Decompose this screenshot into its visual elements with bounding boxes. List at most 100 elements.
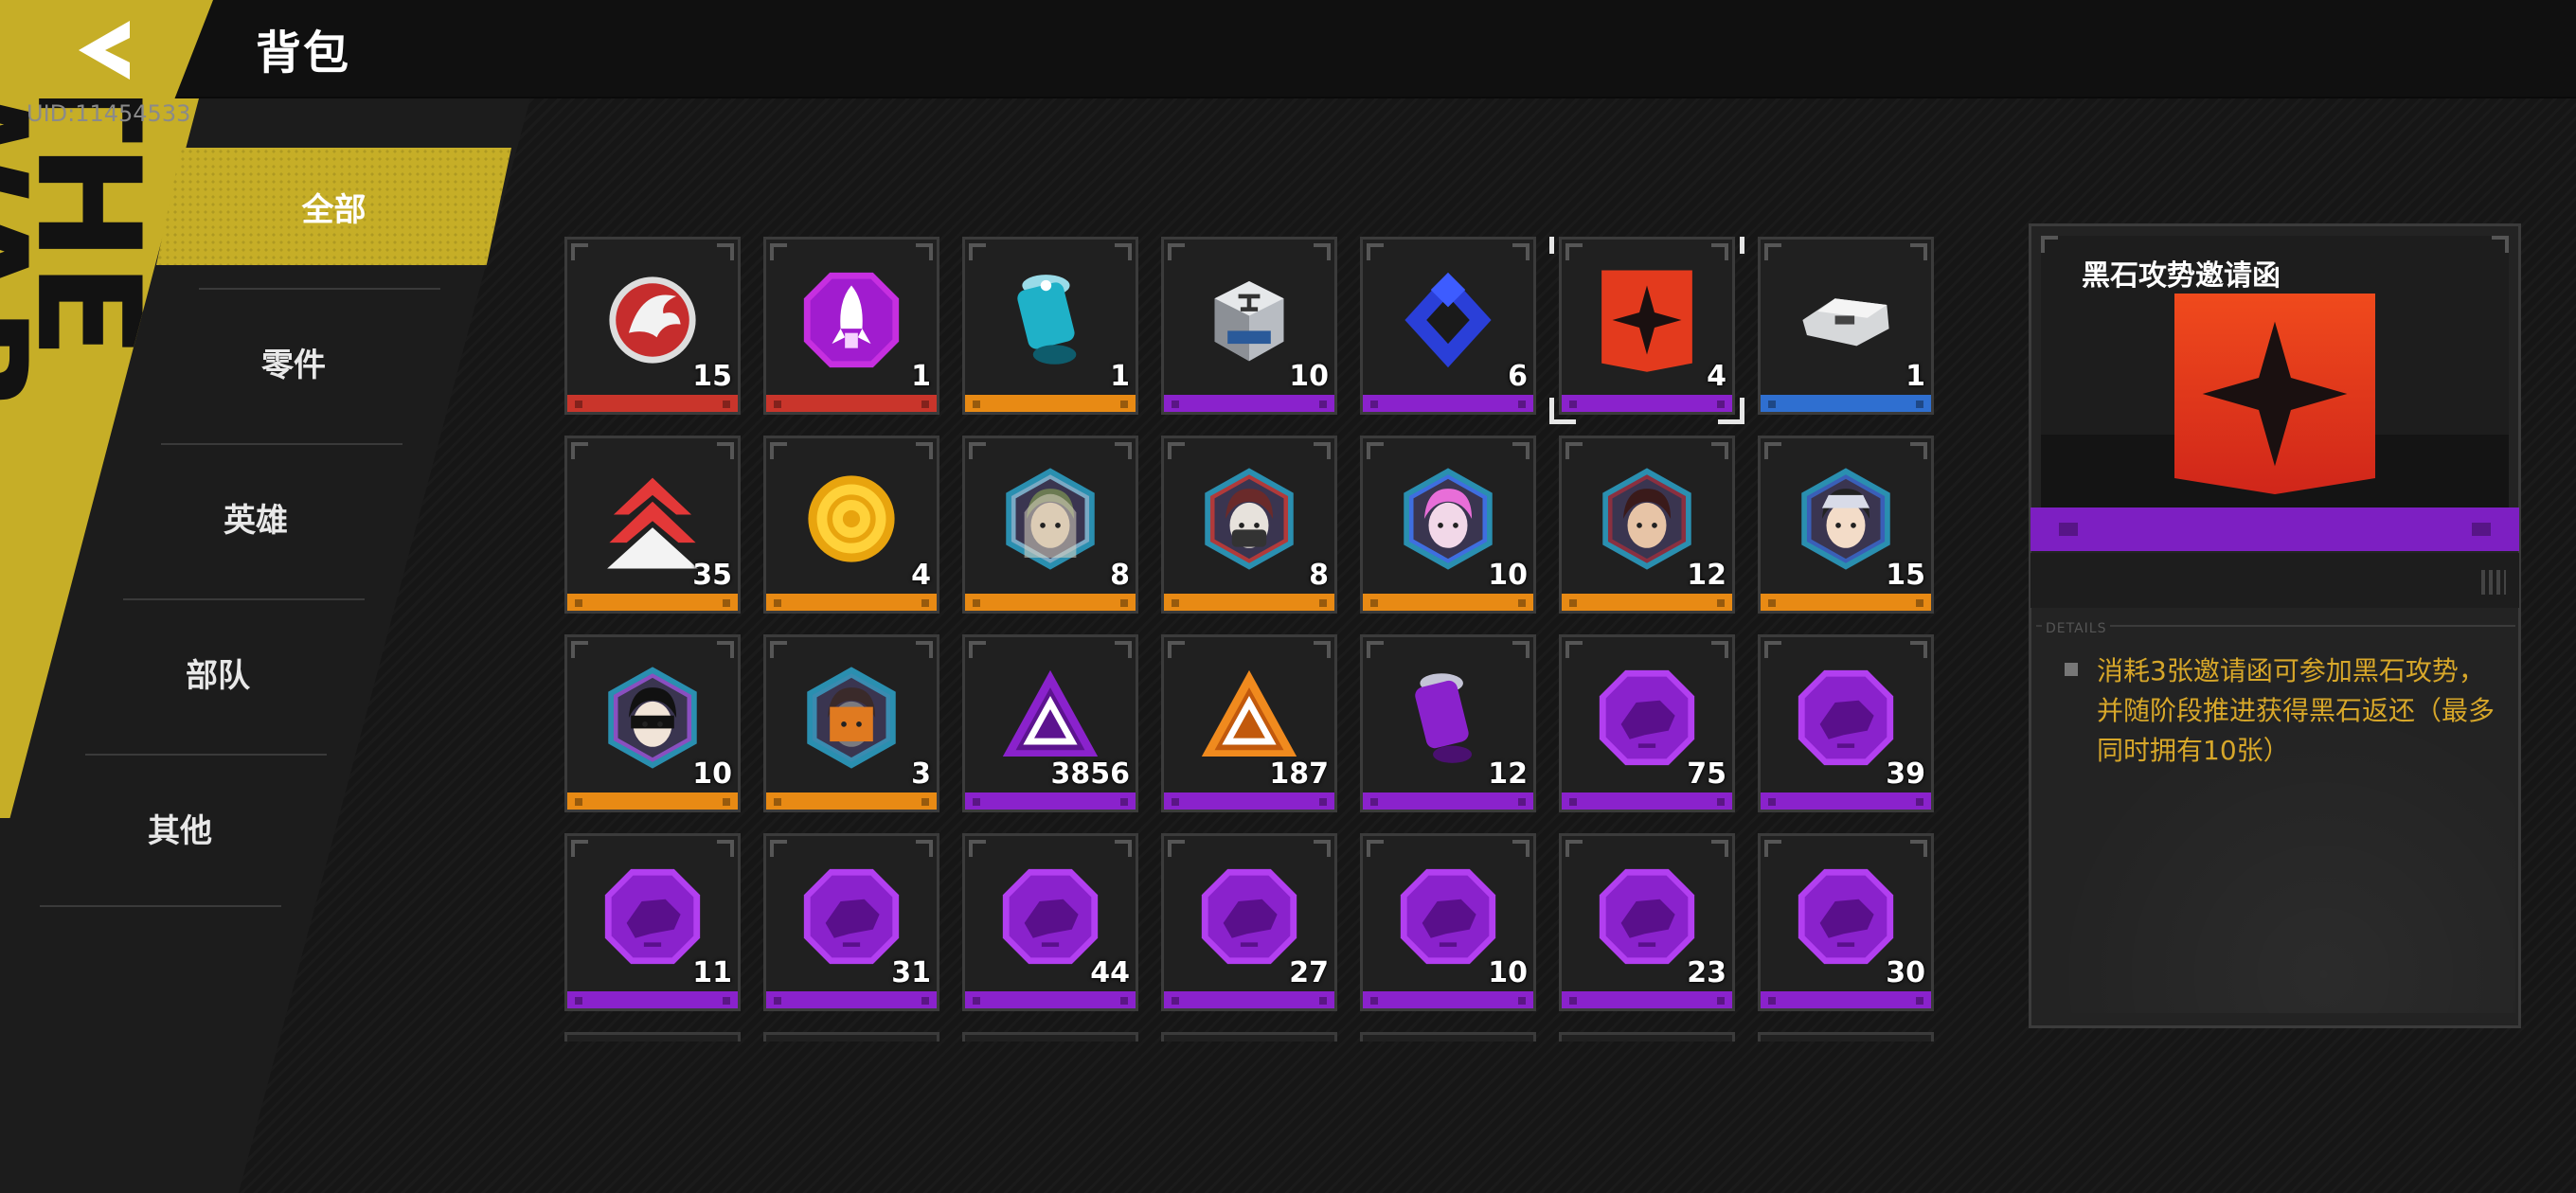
item-count: 15 bbox=[692, 360, 732, 393]
item-slot[interactable]: 15 bbox=[1758, 436, 1934, 614]
item-count: 3 bbox=[911, 757, 931, 791]
item-slot[interactable] bbox=[1360, 1032, 1536, 1042]
item-slot[interactable] bbox=[763, 1032, 939, 1042]
item-grid: 15 1 1 10 6 4 1 35 4 8 8 10 12 15 10 3 3856 187 12 75 39 11 31… bbox=[564, 237, 1938, 1042]
purple-rocket-badge-icon bbox=[797, 266, 905, 374]
item-slot[interactable]: 23 bbox=[1559, 833, 1735, 1011]
rarity-bar bbox=[567, 395, 738, 412]
item-count: 10 bbox=[692, 757, 732, 791]
red-phoenix-emblem-icon bbox=[599, 266, 707, 374]
item-slot[interactable]: 39 bbox=[1758, 634, 1934, 812]
user-id-label: UID:11454533 bbox=[27, 100, 191, 127]
item-slot[interactable]: 11 bbox=[564, 833, 741, 1011]
category-label: 英雄 bbox=[224, 501, 288, 540]
item-count: 15 bbox=[1886, 559, 1925, 592]
hero-portrait-pink-hair-icon bbox=[1394, 465, 1502, 573]
category-tab-troops[interactable]: 部队 bbox=[123, 614, 313, 731]
item-slot[interactable]: 44 bbox=[962, 833, 1138, 1011]
item-slot[interactable] bbox=[962, 1032, 1138, 1042]
item-slot[interactable]: 15 bbox=[564, 237, 741, 415]
category-tab-other[interactable]: 其他 bbox=[85, 769, 275, 886]
item-slot[interactable]: 8 bbox=[1161, 436, 1337, 614]
back-arrow-icon bbox=[79, 21, 130, 80]
item-count: 3856 bbox=[1050, 757, 1131, 791]
bullet-icon bbox=[2065, 663, 2078, 676]
detail-divider-band bbox=[2030, 553, 2519, 608]
category-tab-heroes[interactable]: 英雄 bbox=[161, 458, 350, 576]
purple-unit-chip-icon bbox=[599, 863, 707, 970]
item-count: 10 bbox=[1289, 360, 1329, 393]
purple-triangle-token-icon bbox=[996, 664, 1104, 772]
item-slot[interactable]: 4 bbox=[1559, 237, 1735, 415]
item-slot[interactable]: 12 bbox=[1559, 436, 1735, 614]
category-label: 全部 bbox=[301, 190, 367, 229]
rarity-bar bbox=[1761, 395, 1931, 412]
item-slot[interactable]: 35 bbox=[564, 436, 741, 614]
item-slot[interactable]: 187 bbox=[1161, 634, 1337, 812]
rarity-bar bbox=[1164, 792, 1334, 810]
category-label: 其他 bbox=[148, 811, 212, 850]
item-slot[interactable]: 8 bbox=[962, 436, 1138, 614]
red-star-banner-icon bbox=[1593, 266, 1701, 374]
item-count: 10 bbox=[1488, 559, 1528, 592]
item-count: 35 bbox=[692, 559, 732, 592]
back-button[interactable] bbox=[0, 0, 213, 98]
red-star-banner-icon bbox=[2174, 294, 2375, 494]
detail-rarity-bar bbox=[2030, 507, 2519, 551]
hero-portrait-red-eye-icon bbox=[1593, 465, 1701, 573]
item-slot[interactable]: 31 bbox=[763, 833, 939, 1011]
rarity-bar bbox=[965, 991, 1136, 1008]
item-slot[interactable]: 12 bbox=[1360, 634, 1536, 812]
rarity-bar bbox=[1562, 395, 1732, 412]
item-count: 4 bbox=[1707, 360, 1726, 393]
item-count: 30 bbox=[1886, 956, 1925, 989]
rarity-bar bbox=[1562, 991, 1732, 1008]
item-count: 8 bbox=[1110, 559, 1130, 592]
item-slot[interactable]: 1 bbox=[1758, 237, 1934, 415]
rarity-bar bbox=[1761, 792, 1931, 810]
item-count: 4 bbox=[911, 559, 931, 592]
item-slot[interactable]: 30 bbox=[1758, 833, 1934, 1011]
top-bar: 背包 bbox=[0, 0, 2576, 98]
item-slot[interactable] bbox=[564, 1032, 741, 1042]
item-slot[interactable]: 10 bbox=[1360, 436, 1536, 614]
item-slot[interactable]: 1 bbox=[962, 237, 1138, 415]
purple-unit-chip-icon bbox=[1593, 664, 1701, 772]
rarity-bar bbox=[1363, 395, 1533, 412]
red-rank-chevron-icon bbox=[599, 465, 707, 573]
item-count: 44 bbox=[1090, 956, 1130, 989]
item-slot[interactable] bbox=[1758, 1032, 1934, 1042]
rarity-bar bbox=[1761, 594, 1931, 611]
item-slot[interactable] bbox=[1161, 1032, 1337, 1042]
item-slot[interactable]: 10 bbox=[1161, 237, 1337, 415]
rarity-bar bbox=[766, 991, 937, 1008]
item-slot[interactable]: 3 bbox=[763, 634, 939, 812]
rarity-bar bbox=[965, 792, 1136, 810]
blue-hex-token-icon bbox=[1394, 266, 1502, 374]
item-count: 1 bbox=[911, 360, 931, 393]
hero-portrait-masked-icon bbox=[1195, 465, 1303, 573]
item-slot[interactable]: 27 bbox=[1161, 833, 1337, 1011]
category-divider bbox=[85, 754, 327, 756]
rarity-bar bbox=[1164, 395, 1334, 412]
item-slot[interactable] bbox=[1559, 1032, 1735, 1042]
item-slot[interactable]: 10 bbox=[1360, 833, 1536, 1011]
item-slot[interactable]: 4 bbox=[763, 436, 939, 614]
item-slot[interactable]: 3856 bbox=[962, 634, 1138, 812]
purple-unit-chip-icon bbox=[1792, 664, 1900, 772]
category-divider bbox=[199, 288, 440, 290]
blue-energy-canister-icon bbox=[996, 266, 1104, 374]
category-tab-parts[interactable]: 零件 bbox=[199, 303, 388, 420]
item-slot[interactable]: 10 bbox=[564, 634, 741, 812]
item-slot[interactable]: 75 bbox=[1559, 634, 1735, 812]
item-slot[interactable]: 1 bbox=[763, 237, 939, 415]
hero-portrait-hooded-icon bbox=[996, 465, 1104, 573]
rarity-bar bbox=[1164, 594, 1334, 611]
item-count: 12 bbox=[1488, 757, 1528, 791]
item-slot[interactable]: 6 bbox=[1360, 237, 1536, 415]
gold-target-coin-icon bbox=[797, 465, 905, 573]
rarity-bar bbox=[766, 395, 937, 412]
hero-portrait-helmet-icon bbox=[599, 664, 707, 772]
category-tab-all[interactable]: 全部 bbox=[156, 148, 511, 265]
item-count: 23 bbox=[1687, 956, 1726, 989]
